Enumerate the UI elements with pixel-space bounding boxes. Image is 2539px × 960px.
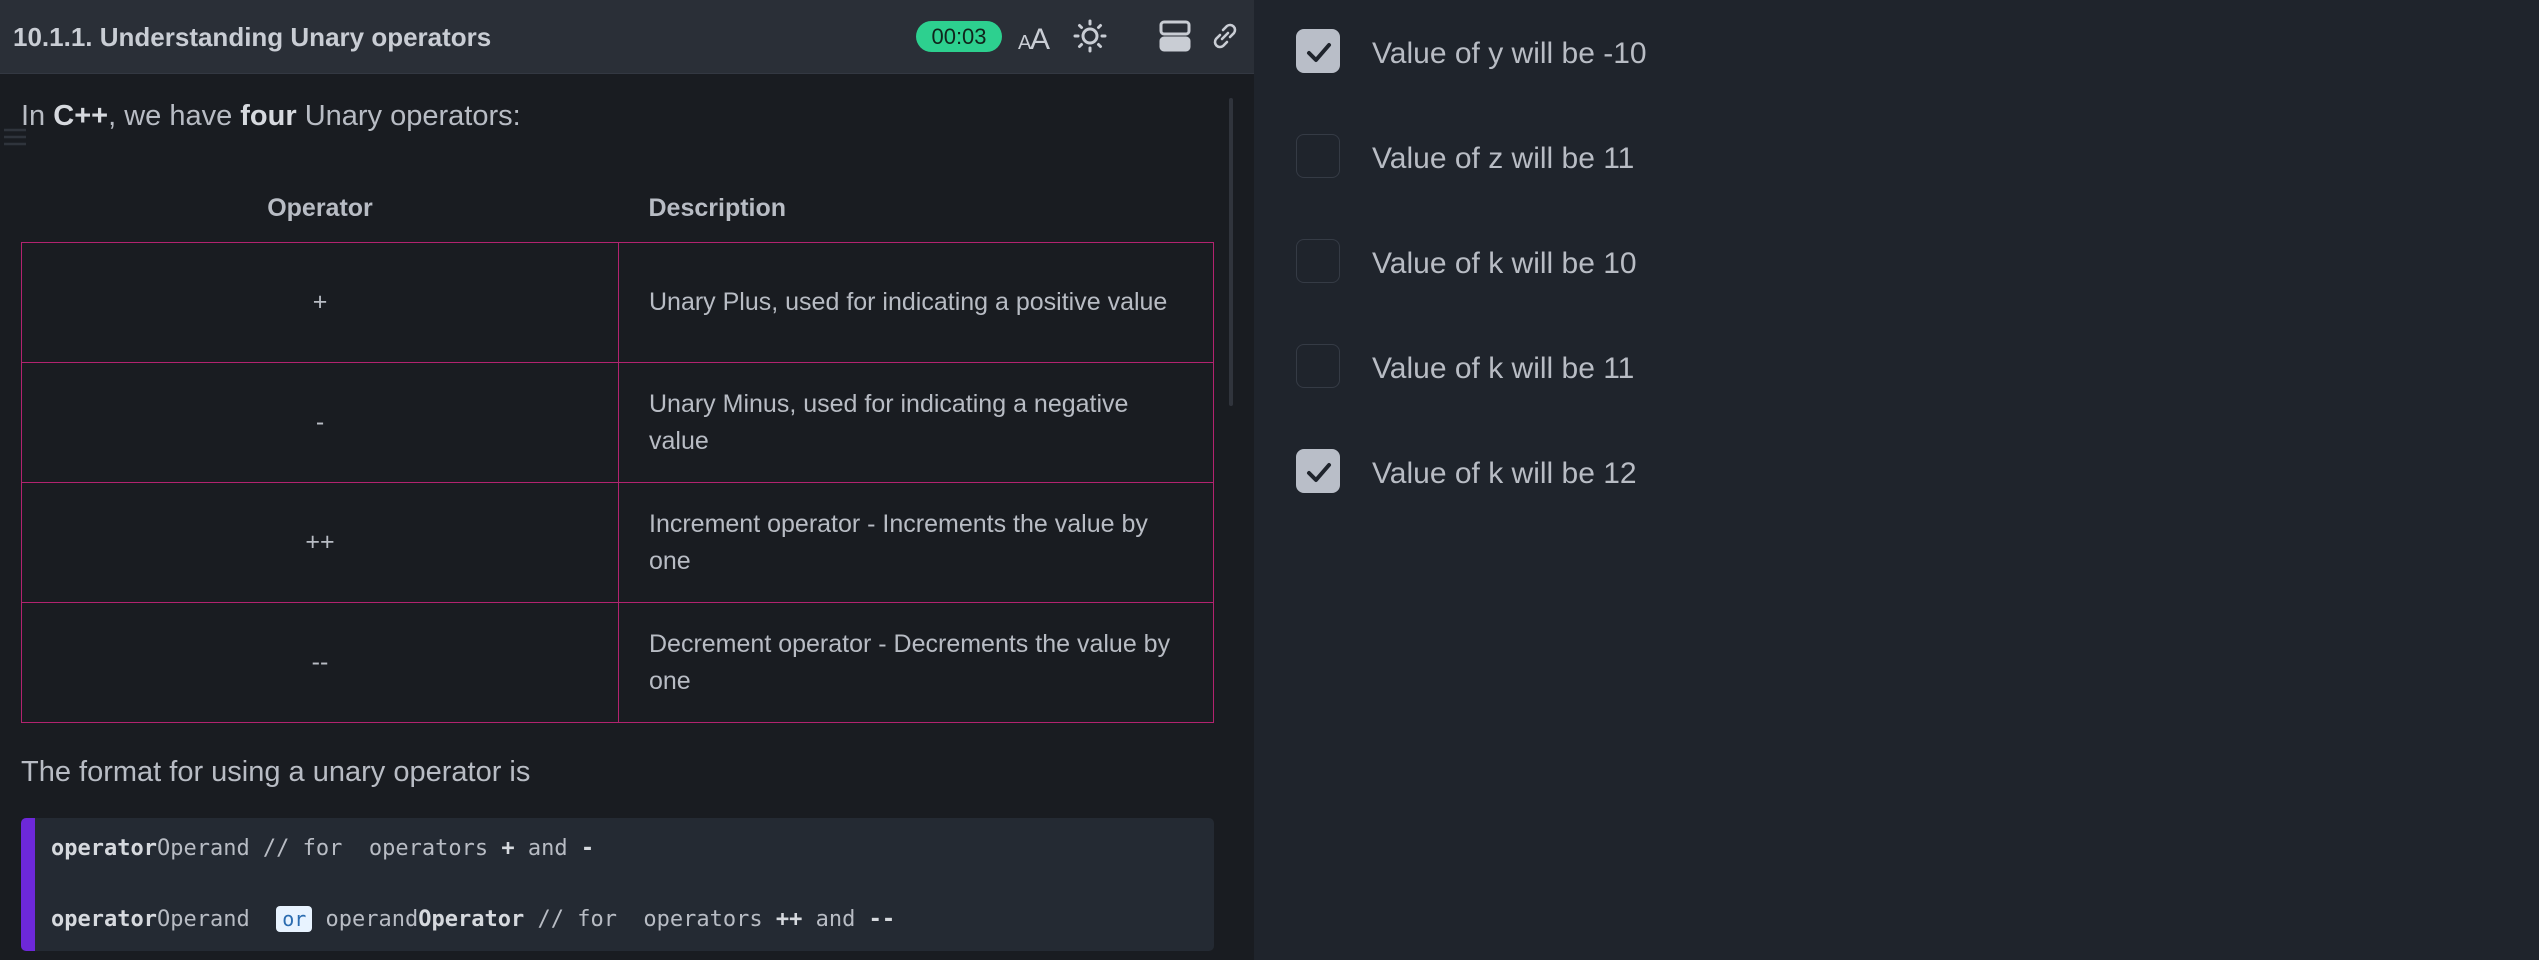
answer-panel: Value of y will be -10 Value of z will b…: [1256, 0, 2539, 960]
lesson-panel: 10.1.1. Understanding Unary operators 00…: [0, 0, 1254, 960]
operators-table: Operator Description + Unary Plus, used …: [21, 174, 1214, 723]
checkbox-checked[interactable]: [1296, 449, 1340, 493]
code-block: operatorOperand // for operators + and -…: [21, 818, 1214, 951]
description-cell: Increment operator - Increments the valu…: [618, 482, 1214, 603]
or-badge: or: [276, 906, 313, 932]
description-cell: Decrement operator - Decrements the valu…: [618, 602, 1214, 723]
operator-cell: -: [21, 362, 619, 483]
link-icon[interactable]: [1207, 18, 1243, 54]
code-line: operatorOperand or operandOperator // fo…: [51, 906, 896, 932]
operator-cell: --: [21, 602, 619, 723]
option-label: Value of z will be 11: [1372, 142, 1635, 175]
checkbox-checked[interactable]: [1296, 29, 1340, 73]
intro-text: In C++, we have four Unary operators:: [21, 100, 521, 132]
brightness-icon[interactable]: [1072, 18, 1108, 54]
option-label: Value of k will be 12: [1372, 457, 1637, 490]
font-size-icon[interactable]: A A: [1016, 18, 1052, 54]
timer-badge: 00:03: [916, 21, 1002, 52]
format-text: The format for using a unary operator is: [21, 756, 531, 788]
code-line: operatorOperand // for operators + and -: [51, 836, 595, 861]
scrollbar[interactable]: [1229, 98, 1233, 406]
column-header-operator: Operator: [267, 193, 373, 222]
page-title: 10.1.1. Understanding Unary operators: [13, 22, 492, 52]
checkbox-unchecked[interactable]: [1296, 344, 1340, 388]
table-row: -- Decrement operator - Decrements the v…: [21, 602, 1214, 723]
description-cell: Unary Plus, used for indicating a positi…: [618, 242, 1214, 363]
checkbox-unchecked[interactable]: [1296, 239, 1340, 283]
description-cell: Unary Minus, used for indicating a negat…: [618, 362, 1214, 483]
table-row: + Unary Plus, used for indicating a posi…: [21, 242, 1214, 363]
layout-icon[interactable]: [1157, 18, 1193, 54]
operator-cell: ++: [21, 482, 619, 603]
option-label: Value of k will be 10: [1372, 247, 1637, 280]
svg-text:A: A: [1030, 23, 1050, 54]
column-header-description: Description: [648, 193, 787, 222]
table-row: ++ Increment operator - Increments the v…: [21, 482, 1214, 603]
operator-cell: +: [21, 242, 619, 363]
table-row: - Unary Minus, used for indicating a neg…: [21, 362, 1214, 483]
lesson-header: 10.1.1. Understanding Unary operators 00…: [0, 0, 1254, 74]
option-label: Value of k will be 11: [1372, 352, 1635, 385]
option-label: Value of y will be -10: [1372, 37, 1647, 70]
checkbox-unchecked[interactable]: [1296, 134, 1340, 178]
